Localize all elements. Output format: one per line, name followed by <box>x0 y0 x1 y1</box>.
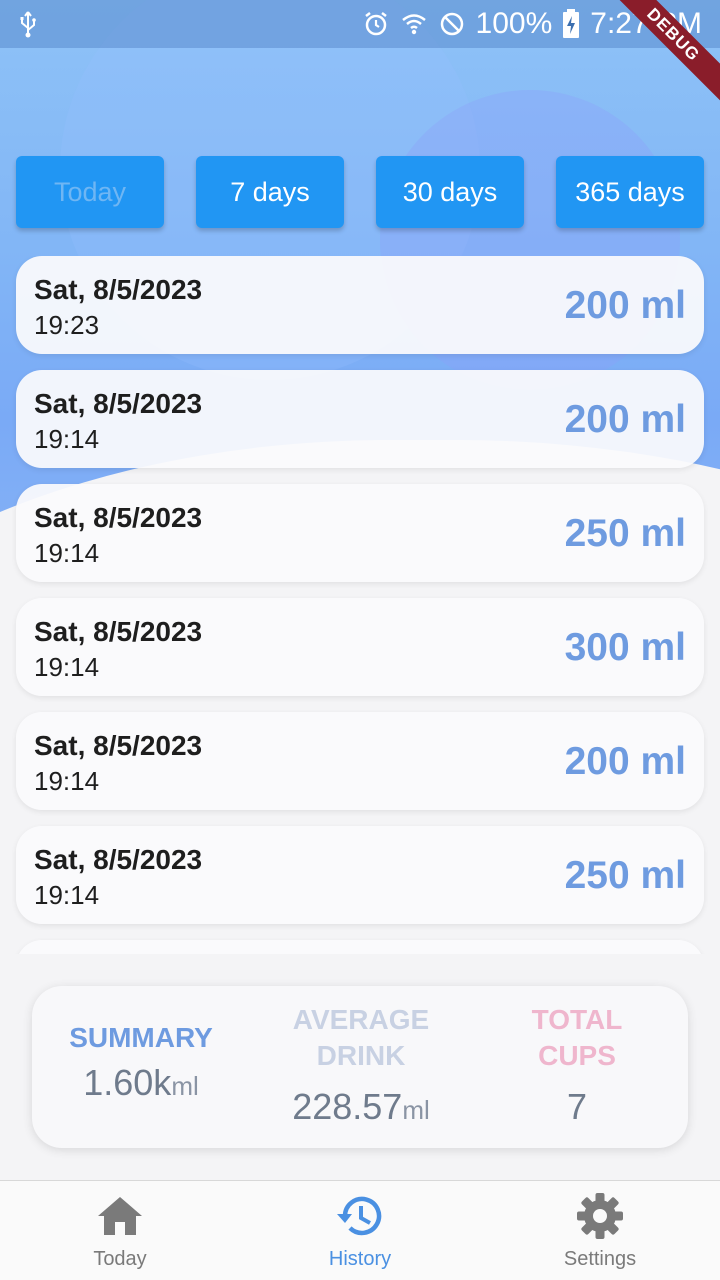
alarm-icon <box>364 12 387 36</box>
entry-date: Sat, 8/5/2023 <box>34 844 203 875</box>
entry-time: 19:23 <box>34 310 100 340</box>
total-cups-label: TOTAL CUPS <box>531 1004 623 1071</box>
list-item[interactable]: Sat, 8/5/2023 19:14 200 ml <box>16 370 704 468</box>
nav-history-label: History <box>328 1248 392 1270</box>
entry-date: Sat, 8/5/2023 <box>34 730 203 761</box>
nav-settings-label: Settings <box>563 1248 637 1270</box>
entry-time: 19:14 <box>34 880 100 910</box>
nav-history[interactable]: History <box>240 1181 480 1280</box>
average-drink-value: 228.57 <box>292 1086 403 1127</box>
nav-today[interactable]: Today <box>0 1181 240 1280</box>
gear-icon <box>577 1193 623 1239</box>
entry-amount: 250 ml <box>564 854 686 897</box>
summary-card: SUMMARY 1.60kml AVERAGE DRINK 228.57ml T… <box>32 986 688 1148</box>
list-item[interactable]: Sat, 8/5/2023 19:14 200 ml <box>16 712 704 810</box>
list-item[interactable]: Sat, 8/5/2023 19:14 300 ml <box>16 598 704 696</box>
battery-charging-icon <box>563 9 580 38</box>
wifi-icon <box>401 14 426 35</box>
history-icon <box>337 1196 382 1236</box>
entry-date: Sat, 8/5/2023 <box>34 274 203 305</box>
entry-time: 19:14 <box>34 538 100 568</box>
home-icon <box>98 1197 142 1235</box>
entry-date: Sat, 8/5/2023 <box>34 388 203 419</box>
status-bar: 100% 7:27 PM <box>0 0 720 48</box>
entry-time: 19:14 <box>34 766 100 796</box>
nav-settings[interactable]: Settings <box>480 1181 720 1280</box>
do-not-disturb-icon <box>440 12 463 36</box>
list-item[interactable]: Sat, 8/5/2023 19:23 200 ml <box>16 256 704 354</box>
summary-value: 1.60k <box>83 1062 172 1103</box>
entry-amount: 250 ml <box>564 512 686 555</box>
total-cups-section: TOTAL CUPS 7 <box>494 986 660 1148</box>
usb-icon <box>20 11 36 38</box>
entry-date: Sat, 8/5/2023 <box>34 616 203 647</box>
filter-30-days-button[interactable]: 30 days <box>376 156 524 228</box>
entry-amount: 200 ml <box>564 740 686 783</box>
list-item-partial[interactable] <box>16 940 704 954</box>
summary-label: SUMMARY <box>69 1022 213 1053</box>
nav-today-label: Today <box>93 1248 147 1270</box>
list-item[interactable]: Sat, 8/5/2023 19:14 250 ml <box>16 484 704 582</box>
total-cups-value: 7 <box>566 1086 588 1127</box>
summary-unit: ml <box>171 1071 199 1101</box>
bottom-navigation: Today History Settings <box>0 1180 720 1280</box>
entry-amount: 200 ml <box>564 284 686 327</box>
history-list[interactable]: Sat, 8/5/2023 19:23 200 ml Sat, 8/5/2023… <box>0 256 720 954</box>
summary-total-section: SUMMARY 1.60kml <box>52 986 230 1148</box>
entry-amount: 300 ml <box>564 626 686 669</box>
entry-date: Sat, 8/5/2023 <box>34 502 203 533</box>
period-filter-bar: Today 7 days 30 days 365 days <box>0 156 720 228</box>
average-drink-unit: ml <box>402 1095 430 1125</box>
filter-7-days-button[interactable]: 7 days <box>196 156 344 228</box>
filter-365-days-button[interactable]: 365 days <box>556 156 704 228</box>
battery-percent: 100% <box>475 7 553 40</box>
filter-today-button[interactable]: Today <box>16 156 164 228</box>
average-drink-label: AVERAGE DRINK <box>292 1004 430 1071</box>
entry-amount: 200 ml <box>564 398 686 441</box>
average-drink-section: AVERAGE DRINK 228.57ml <box>258 986 464 1148</box>
list-item[interactable]: Sat, 8/5/2023 19:14 250 ml <box>16 826 704 924</box>
entry-time: 19:14 <box>34 424 100 454</box>
entry-time: 19:14 <box>34 652 100 682</box>
